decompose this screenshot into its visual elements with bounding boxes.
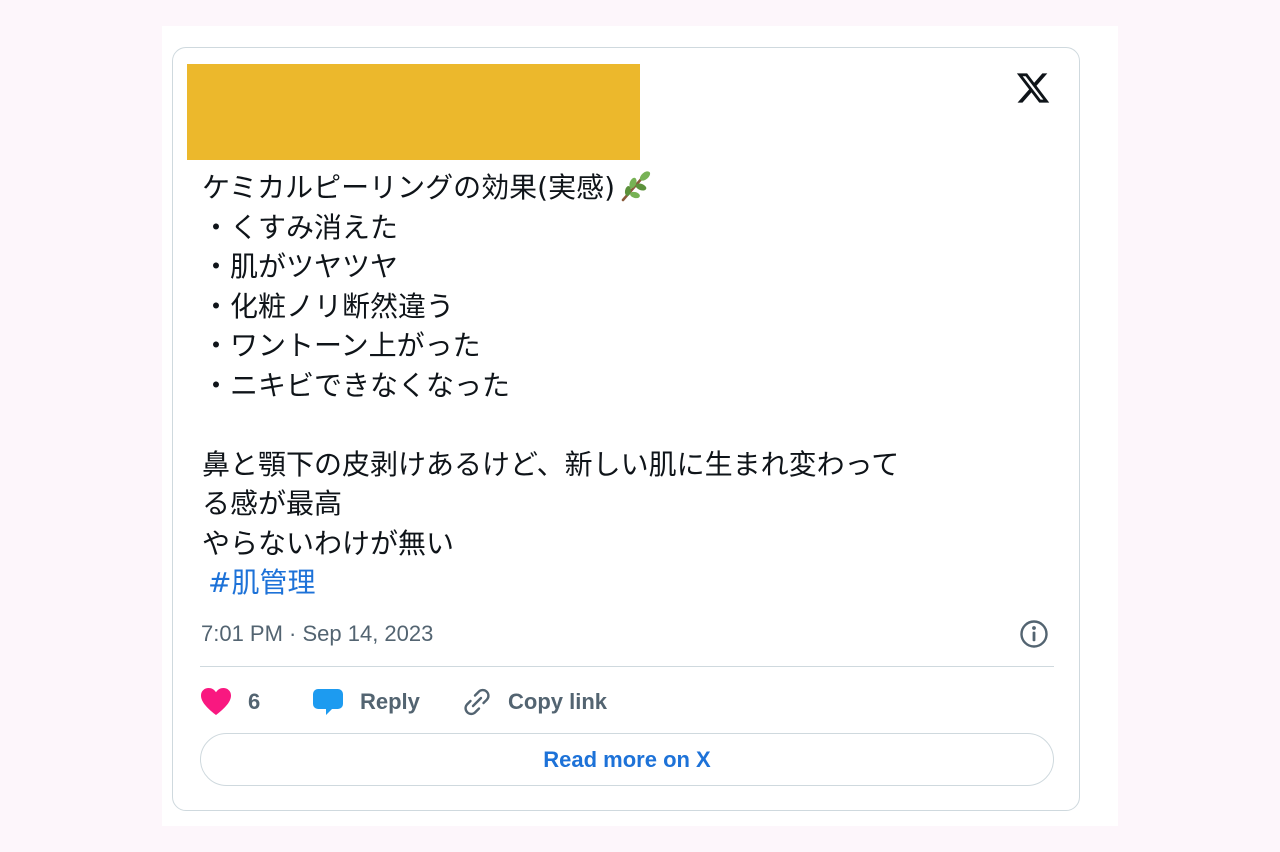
tweet-line: ・肌がツヤツヤ <box>202 250 399 283</box>
tweet-line: ・ニキビできなくなった <box>202 368 511 402</box>
tweet-line: る感が最高 <box>202 487 343 520</box>
read-more-button[interactable]: Read more on X <box>200 733 1054 786</box>
copy-link-button[interactable]: Copy link <box>462 687 607 717</box>
heart-icon <box>200 687 232 717</box>
speech-bubble-icon <box>312 687 344 717</box>
tweet-text: ケミカルピーリングの効果(実感) ・くすみ消えた ・肌がツヤツヤ ・化粧ノリ断然… <box>202 168 1042 603</box>
info-icon[interactable] <box>1018 618 1050 650</box>
reply-label: Reply <box>360 689 420 714</box>
x-logo-icon[interactable] <box>1014 70 1052 106</box>
like-count: 6 <box>248 689 261 714</box>
redacted-author-block <box>187 64 640 160</box>
tweet-timestamp[interactable]: 7:01 PM · Sep 14, 2023 <box>201 619 433 649</box>
herb-branch-icon <box>619 169 653 214</box>
action-bar: 6 Reply Copy link <box>200 682 607 722</box>
tweet-line: ケミカルピーリングの効果(実感) <box>202 168 1042 208</box>
link-icon <box>462 687 492 717</box>
like-button[interactable]: 6 <box>200 687 312 717</box>
hashtag-link[interactable]: #肌管理 <box>202 566 315 599</box>
reply-button[interactable]: Reply <box>312 687 462 717</box>
tweet-line: やらないわけが無い <box>202 526 455 560</box>
tweet-line: ・ワントーン上がった <box>202 329 481 362</box>
copy-link-label: Copy link <box>508 689 608 714</box>
tweet-line: ・化粧ノリ断然違う <box>202 289 455 323</box>
divider <box>200 666 1054 667</box>
hashtag-line: #肌管理 <box>202 563 1042 603</box>
tweet-line: 鼻と顎下の皮剥けあるけど、新しい肌に生まれ変わって <box>202 447 900 481</box>
